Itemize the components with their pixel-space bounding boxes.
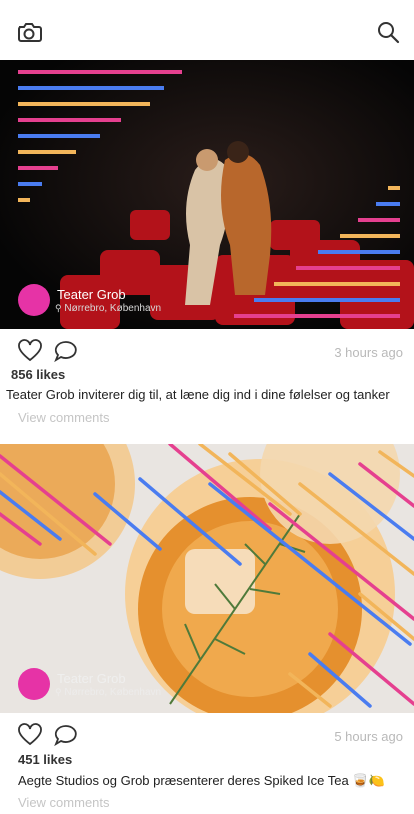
author-avatar[interactable] — [18, 668, 50, 700]
post-time: 5 hours ago — [334, 729, 403, 744]
search-icon[interactable] — [376, 20, 400, 44]
author-name[interactable]: Teater Grob — [57, 671, 126, 686]
comment-icon — [54, 341, 77, 363]
view-comments-link[interactable]: View comments — [18, 795, 110, 810]
location-pin-icon: ⚲ — [55, 687, 62, 697]
comment-icon — [54, 725, 77, 747]
camera-icon[interactable] — [16, 20, 42, 44]
top-bar — [0, 0, 414, 60]
author-location: ⚲ Nørrebro, København — [55, 687, 162, 698]
view-comments-link[interactable]: View comments — [18, 410, 110, 425]
post-image-theater-couple[interactable]: Teater Grob ⚲ Nørrebro, København — [0, 60, 414, 329]
like-button[interactable] — [17, 339, 43, 363]
author-location: ⚲ Nørrebro, København — [55, 303, 162, 314]
author-name[interactable]: Teater Grob — [57, 287, 126, 302]
location-pin-icon: ⚲ — [55, 303, 62, 313]
like-count: 856 likes — [11, 367, 66, 382]
comment-button[interactable] — [53, 723, 79, 747]
post-image-ice-tea[interactable]: Teater Grob ⚲ Nørrebro, København — [0, 444, 414, 713]
comment-button[interactable] — [53, 339, 79, 363]
post-caption: Teater Grob inviterer dig til, at læne d… — [6, 387, 390, 402]
like-count: 451 likes — [18, 752, 73, 767]
heart-icon — [18, 723, 42, 746]
like-button[interactable] — [17, 723, 43, 747]
author-avatar[interactable] — [18, 284, 50, 316]
heart-icon — [18, 339, 42, 362]
post-caption: Aegte Studios og Grob præsenterer deres … — [18, 773, 385, 788]
post-time: 3 hours ago — [334, 345, 403, 360]
